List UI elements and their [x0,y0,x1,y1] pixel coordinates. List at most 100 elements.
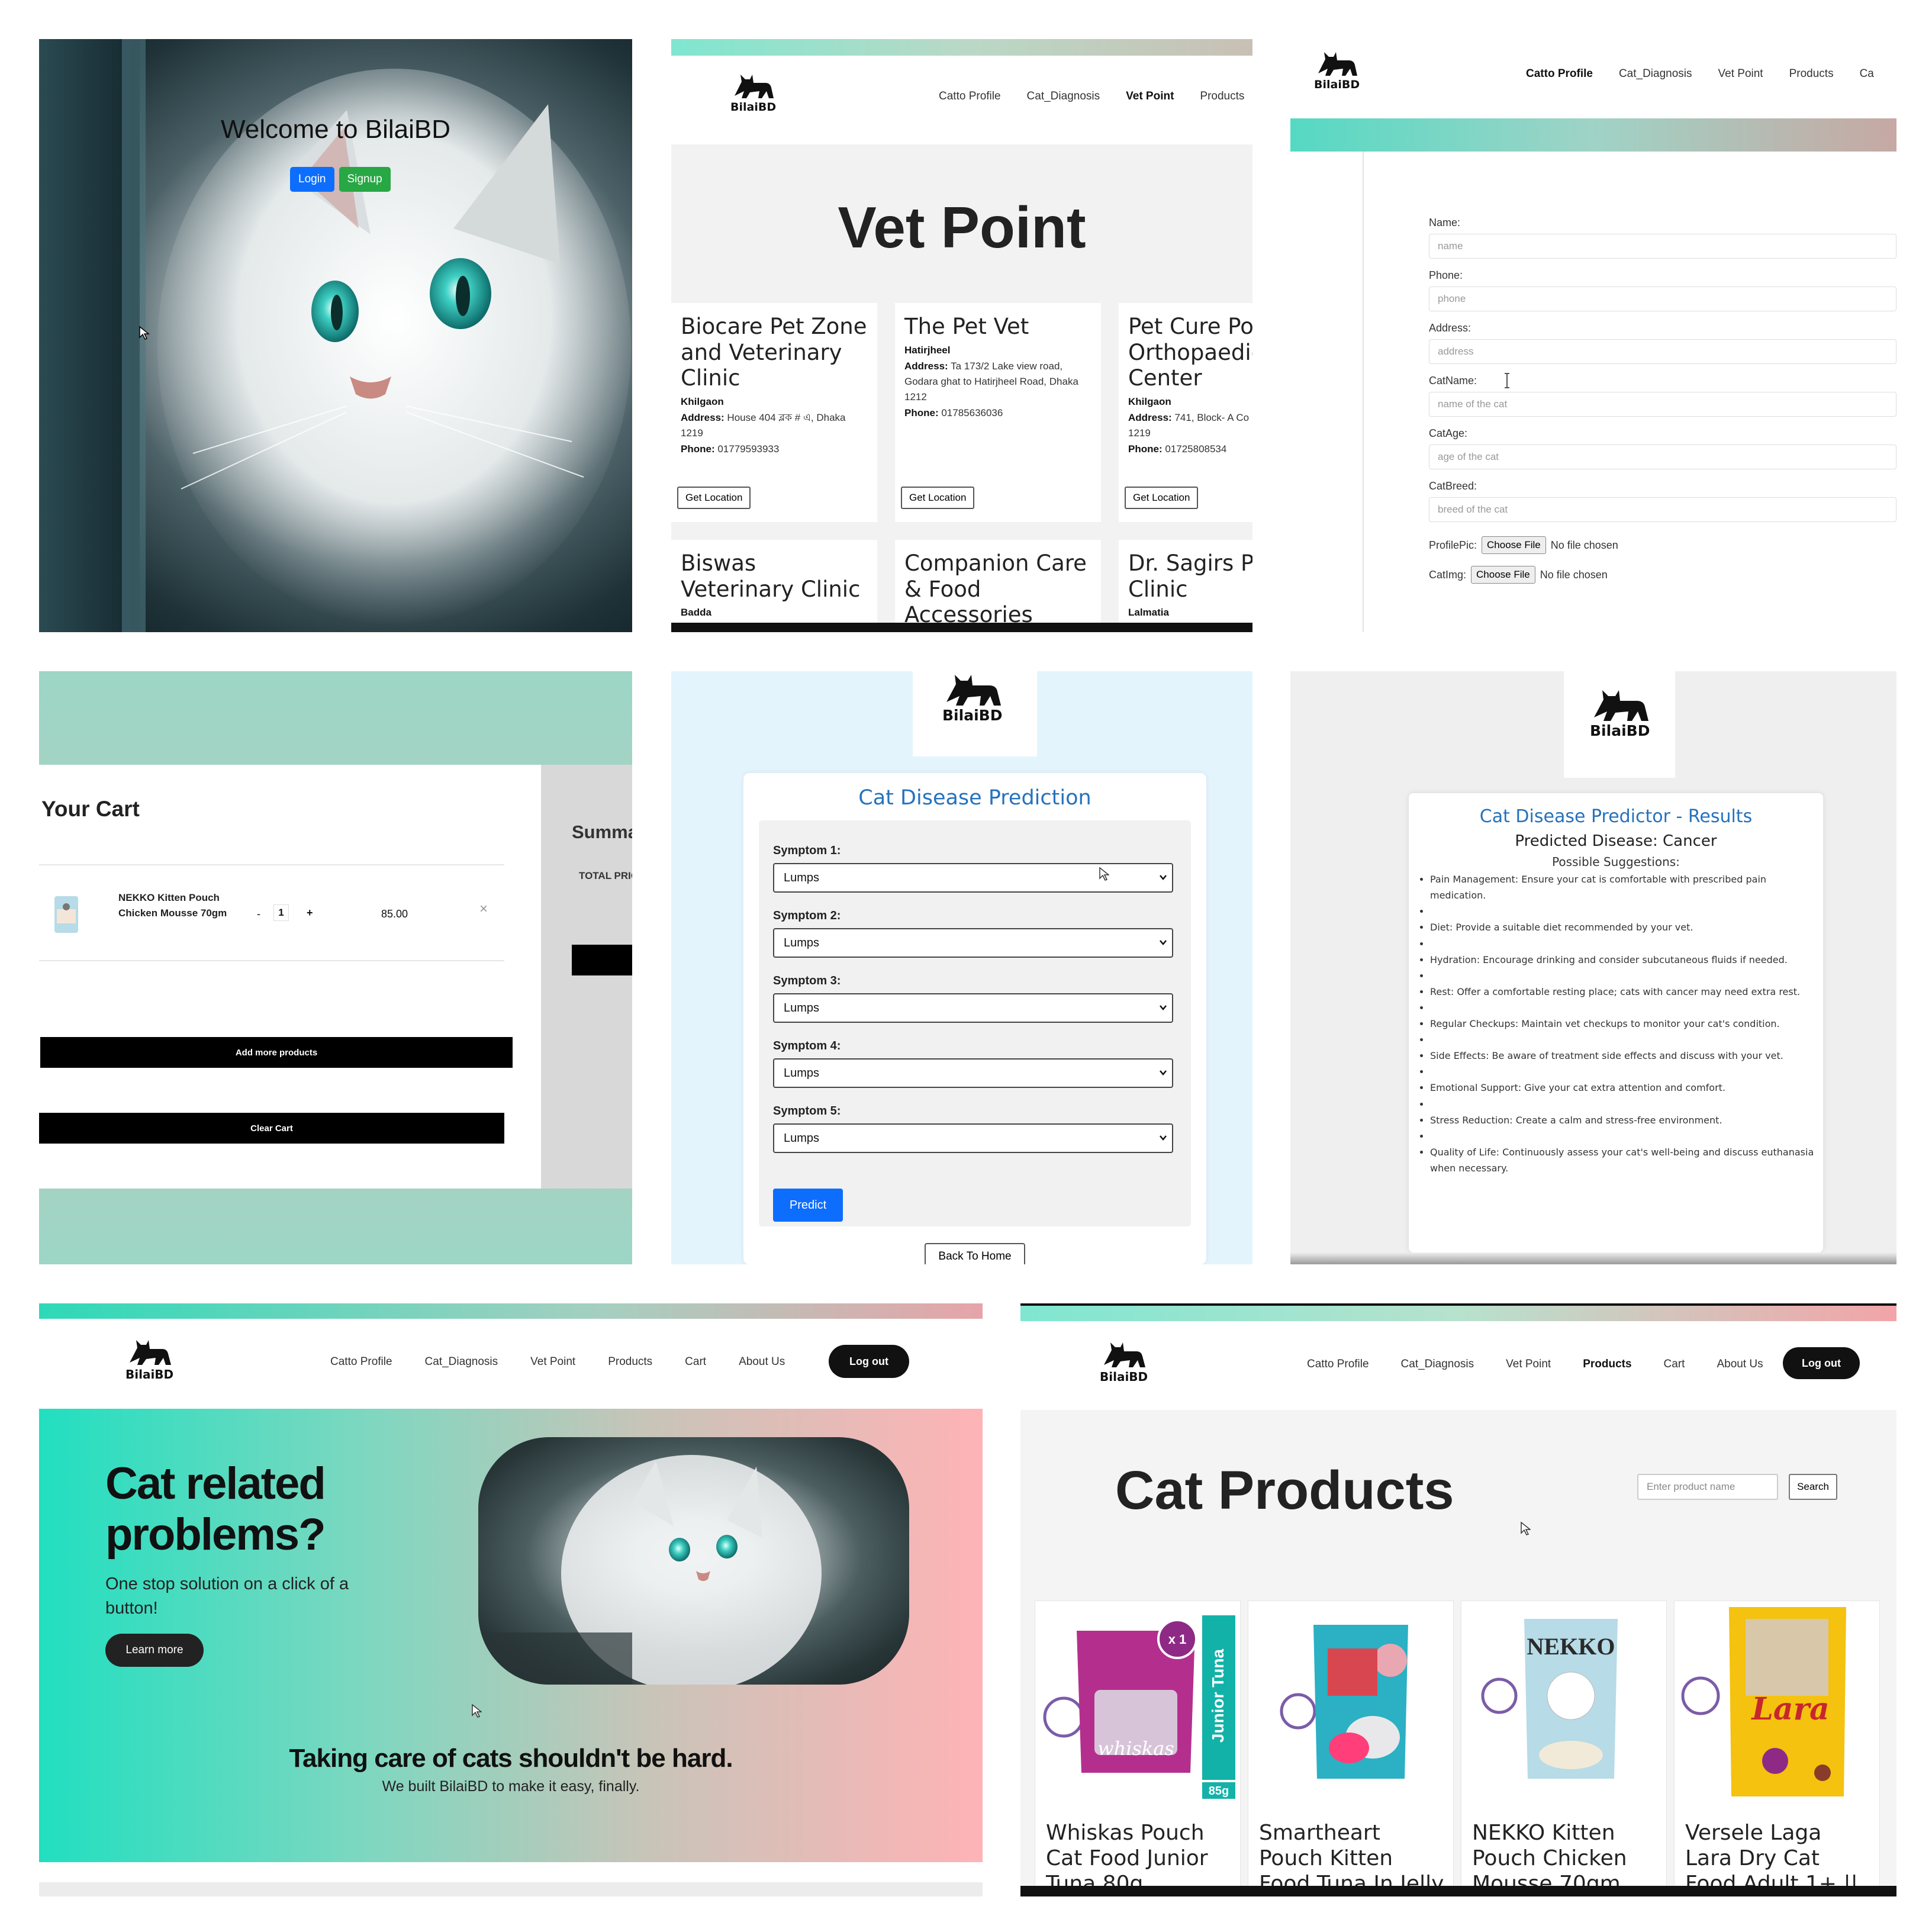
symptom-3-select[interactable]: Lumps [773,993,1173,1023]
product-card[interactable]: Smartheart Pouch Kitten Food Tuna In Jel… [1248,1601,1454,1896]
nav-catto-profile[interactable]: Catto Profile [939,90,1001,103]
nav-links: Catto Profile Cat_Diagnosis Vet Point Pr… [1307,1358,1763,1371]
symptom-4-select[interactable]: Lumps [773,1058,1173,1088]
clinic-phone: 01785636036 [941,407,1003,418]
clinic-area: Lalmatia [1128,607,1169,619]
nav-catto-profile[interactable]: Catto Profile [330,1355,392,1368]
symptom-2-select[interactable]: Lumps [773,928,1173,958]
catbreed-input[interactable]: breed of the cat [1429,497,1896,522]
tagline-sub: We built BilaiBD to make it easy, finall… [382,1778,640,1795]
suggestion-item: Emotional Support: Give your cat extra a… [1430,1080,1821,1096]
add-more-products-button[interactable]: Add more products [40,1037,513,1068]
nav-cat-diagnosis[interactable]: Cat_Diagnosis [1401,1358,1474,1371]
suggestion-item: Side Effects: Be aware of treatment side… [1430,1048,1821,1064]
bilaibd-logo[interactable]: BilaiBD [730,72,776,113]
get-location-button[interactable]: Get Location [677,487,751,509]
back-to-home-button[interactable]: Back To Home [925,1243,1025,1264]
nav-vet-point[interactable]: Vet Point [1506,1358,1551,1371]
symptom-1-select[interactable]: Lumps [773,863,1173,893]
cat-logo-icon [1318,52,1357,76]
product-name[interactable]: Whiskas Pouch Cat Food Junior Tuna 80g [1046,1820,1235,1896]
product-image [1280,1625,1408,1779]
nav-truncated[interactable]: Ca [1860,67,1874,80]
logout-button[interactable]: Log out [1783,1347,1860,1379]
catname-input[interactable]: name of the cat [1429,392,1896,417]
checkout-button[interactable] [572,945,632,975]
nav-about-us[interactable]: About Us [739,1355,785,1368]
bilaibd-logo[interactable]: BilaiBD [125,1338,173,1380]
predict-button[interactable]: Predict [773,1189,843,1222]
nav-vet-point[interactable]: Vet Point [1126,90,1174,103]
learn-more-button[interactable]: Learn more [105,1634,204,1667]
suggestion-item: Pain Management: Ensure your cat is comf… [1430,871,1821,903]
nav-cat-diagnosis[interactable]: Cat_Diagnosis [1619,67,1692,80]
catage-input[interactable]: age of the cat [1429,445,1896,469]
product-image: x 1 Junior Tuna 85g whiskas [1043,1615,1235,1799]
get-location-button[interactable]: Get Location [1125,487,1199,509]
phone-label: Phone: [681,443,715,455]
nav-products[interactable]: Products [1583,1358,1631,1371]
nav-cat-diagnosis[interactable]: Cat_Diagnosis [1027,90,1100,103]
top-gradient-bar [1020,1303,1896,1324]
nav-products[interactable]: Products [608,1355,652,1368]
qty-plus-button[interactable]: + [307,907,313,919]
address-input[interactable]: address [1429,339,1896,364]
cat-photo [478,1455,822,1685]
login-button[interactable]: Login [290,167,334,192]
product-card[interactable]: Lara Versele Laga Lara Dry Cat Food Adul… [1674,1601,1880,1896]
nav-cat-diagnosis[interactable]: Cat_Diagnosis [425,1355,498,1368]
logo-text: BilaiBD [1590,722,1650,739]
nav-products[interactable]: Products [1200,90,1244,103]
clinic-name: Dr. Sagirs Pet Clinic [1128,550,1252,602]
product-name[interactable]: Smartheart Pouch Kitten Food Tuna In Jel… [1259,1820,1448,1896]
symptom-5-select[interactable]: Lumps [773,1123,1173,1153]
nav-vet-point[interactable]: Vet Point [530,1355,575,1368]
phone-input[interactable]: phone [1429,286,1896,311]
search-button[interactable]: Search [1789,1474,1837,1500]
nav-links: Catto Profile Cat_Diagnosis Vet Point Pr… [1526,67,1874,80]
catimg-choose-file-button[interactable]: Choose File [1471,566,1535,584]
remove-item-icon[interactable]: × [479,901,488,917]
product-card[interactable]: x 1 Junior Tuna 85g whiskas Whiskas Pouc… [1035,1601,1241,1896]
get-location-button[interactable]: Get Location [901,487,975,509]
welcome-title: Welcome to BilaiBD [221,115,450,144]
results-title: Cat Disease Predictor - Results [1479,806,1753,827]
hero-headline: Cat related problems? [105,1458,326,1560]
symptom-1-value: Lumps [784,871,820,884]
cart-item-price: 85.00 [381,908,408,920]
symptom-4-label: Symptom 4: [773,1039,841,1052]
bilaibd-logo[interactable]: BilaiBD [942,672,1002,723]
nav-cart[interactable]: Cart [685,1355,706,1368]
disease-prediction-screen: BilaiBD Cat Disease Prediction Symptom 1… [671,671,1252,1264]
suggestion-item: Rest: Offer a comfortable resting place;… [1430,984,1821,1000]
name-input[interactable]: name [1429,234,1896,259]
product-name[interactable]: Versele Laga Lara Dry Cat Food Adult 1+ … [1685,1820,1875,1896]
bilaibd-logo[interactable]: BilaiBD [1100,1340,1148,1383]
nav-products[interactable]: Products [1789,67,1834,80]
product-card[interactable]: NEKKO NEKKO Kitten Pouch Chicken Mousse … [1461,1601,1667,1896]
signup-button[interactable]: Signup [339,167,391,192]
profilepic-choose-file-button[interactable]: Choose File [1482,536,1546,554]
nav-about-us[interactable]: About Us [1717,1358,1763,1371]
nav-vet-point[interactable]: Vet Point [1718,67,1763,80]
product-search-input[interactable]: Enter product name [1637,1474,1778,1500]
chevron-down-icon [1160,1005,1167,1010]
nav-catto-profile[interactable]: Catto Profile [1307,1358,1369,1371]
clinic-phone: 01779593933 [717,443,780,455]
qty-minus-button[interactable]: - [257,908,260,920]
predicted-disease: Predicted Disease: Cancer [1515,832,1717,850]
logout-button[interactable]: Log out [829,1345,909,1378]
clear-cart-button[interactable]: Clear Cart [39,1113,504,1144]
summary-box: Summary TOTAL PRICE [541,765,632,1189]
qty-input[interactable]: 1 [273,904,289,921]
nav-cart[interactable]: Cart [1664,1358,1685,1371]
bilaibd-logo[interactable]: BilaiBD [1314,50,1360,91]
bilaibd-logo[interactable]: BilaiBD [1590,688,1650,738]
product-thumbnail [54,896,78,933]
symptom-5-value: Lumps [784,1131,820,1145]
nav-catto-profile[interactable]: Catto Profile [1526,67,1593,80]
bottom-shade [1290,1252,1896,1264]
product-name[interactable]: NEKKO Kitten Pouch Chicken Mousse 70gm [1472,1820,1661,1896]
phone-label: Phone: [1128,443,1163,455]
mouse-cursor-icon [1521,1521,1531,1535]
